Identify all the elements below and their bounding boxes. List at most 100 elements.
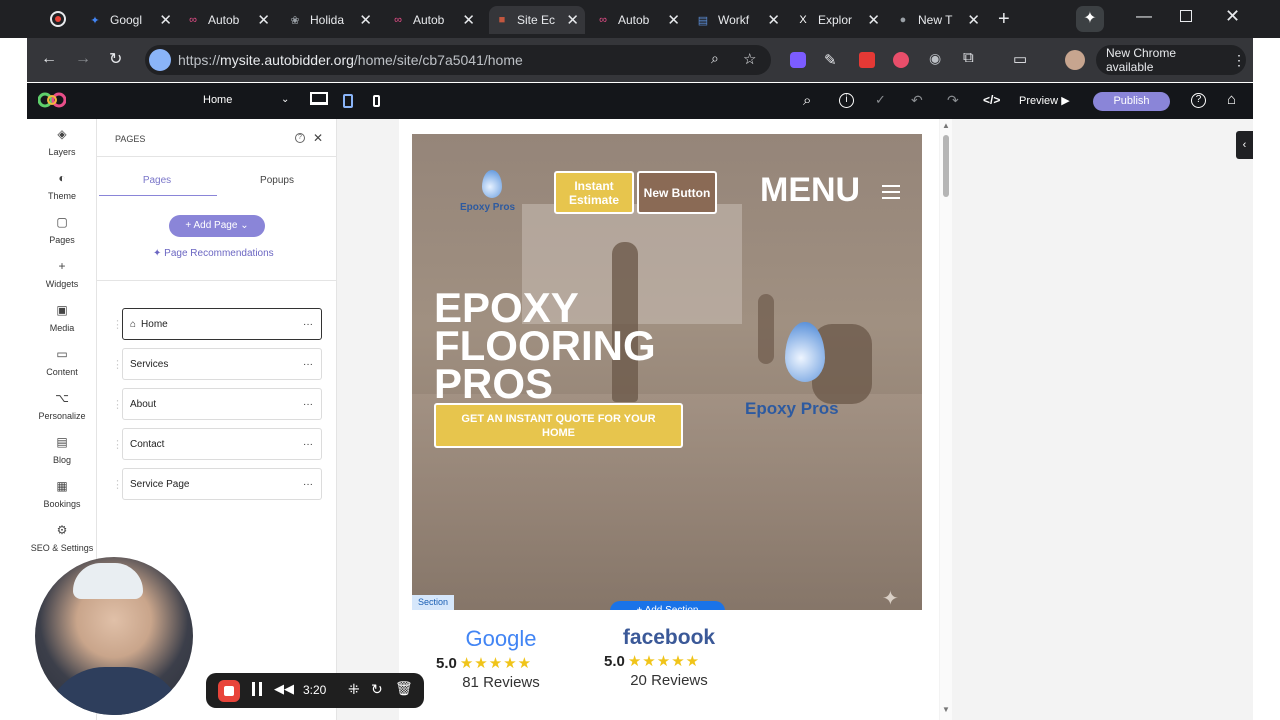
hamburger-icon[interactable] <box>882 185 900 199</box>
sidebar-item-bookings[interactable]: ▦ Bookings <box>27 479 97 509</box>
sidebar-item-pages[interactable]: ▢ Pages <box>27 215 97 245</box>
page-recommendations-link[interactable]: ✦ Page Recommendations <box>153 248 274 259</box>
quote-cta-button[interactable]: GET AN INSTANT QUOTE FOR YOUR HOME <box>434 403 683 448</box>
browser-tab[interactable]: ∞ Autob ✕ <box>590 6 686 34</box>
publish-button[interactable]: Publish <box>1093 92 1170 111</box>
undo-icon[interactable]: ↶ <box>911 92 923 109</box>
extension-icon-3[interactable] <box>859 52 875 68</box>
canvas-scrollbar[interactable]: ▲ ▼ <box>940 119 952 720</box>
facebook-review-badge[interactable]: facebook 5.0 ★★★★★ 20 Reviews <box>604 626 734 689</box>
new-chrome-available-button[interactable]: New Chrome available ⋮ <box>1096 45 1246 75</box>
reload-icon[interactable]: ↻ <box>109 49 122 69</box>
autobidder-logo-icon[interactable] <box>37 92 67 108</box>
help-icon[interactable]: ? <box>1191 93 1206 108</box>
close-panel-icon[interactable]: ✕ <box>313 131 323 145</box>
google-review-badge[interactable]: Google 5.0 ★★★★★ 81 Reviews <box>436 626 566 691</box>
sidebar-item-theme[interactable]: ◐ Theme <box>27 171 97 201</box>
tab-pages[interactable]: Pages <box>97 175 217 186</box>
hero-section[interactable]: Epoxy Pros Instant Estimate New Button M… <box>412 134 922 610</box>
close-tab-icon[interactable]: ✕ <box>159 11 172 29</box>
drag-handle-icon[interactable]: ⋮ <box>112 438 123 451</box>
collapse-right-panel-button[interactable]: ‹ <box>1236 131 1253 159</box>
close-tab-icon[interactable]: ✕ <box>359 11 372 29</box>
close-tab-icon[interactable]: ✕ <box>667 11 680 29</box>
more-vert-icon[interactable]: ⋮ <box>1232 52 1246 69</box>
tab-search-icon[interactable] <box>50 11 66 27</box>
page-row[interactable]: ⋮ Services ··· <box>112 348 322 380</box>
redo-icon[interactable]: ↷ <box>947 92 959 109</box>
browser-tab[interactable]: ■ Site Ec ✕ <box>489 6 585 34</box>
page-select[interactable]: Home ⌄ <box>203 94 293 106</box>
gemini-button[interactable]: ✦ <box>1076 6 1104 32</box>
browser-tab[interactable]: ✦ Googl ✕ <box>82 6 178 34</box>
sidebar-item-blog[interactable]: ▤ Blog <box>27 435 97 465</box>
browser-tab[interactable]: ∞ Autob ✕ <box>385 6 481 34</box>
extension-icon-1[interactable] <box>790 52 806 68</box>
sidebar-item-content[interactable]: ▭ Content <box>27 347 97 377</box>
extensions-puzzle-icon[interactable]: ⧉ <box>963 49 974 66</box>
sidebar-item-media[interactable]: ▣ Media <box>27 303 97 333</box>
camera-icon[interactable]: ◉ <box>929 50 941 67</box>
extension-icon-2[interactable]: ✎ <box>824 51 837 69</box>
more-options-icon[interactable]: ··· <box>303 359 313 370</box>
section-tag[interactable]: Section <box>412 595 454 610</box>
minimize-button[interactable]: — <box>1136 8 1152 26</box>
preview-button[interactable]: Preview ▶ <box>1019 94 1070 107</box>
more-options-icon[interactable]: ··· <box>303 319 313 330</box>
trash-icon[interactable]: 🗑 <box>395 680 413 697</box>
restart-icon[interactable]: ↻ <box>371 681 383 698</box>
close-tab-icon[interactable]: ✕ <box>867 11 880 29</box>
tablet-view-icon[interactable] <box>343 94 353 108</box>
menu-label[interactable]: MENU <box>760 171 860 210</box>
sidebar-item-widgets[interactable]: + Widgets <box>27 259 97 289</box>
scrollbar-thumb[interactable] <box>943 135 949 197</box>
desktop-view-icon[interactable] <box>310 92 328 105</box>
site-logo[interactable]: Epoxy Pros <box>452 164 532 219</box>
grid-icon[interactable]: ⁜ <box>348 681 360 698</box>
browser-tab[interactable]: ❀ Holida ✕ <box>282 6 378 34</box>
zoom-icon[interactable]: ⌕ <box>711 50 719 67</box>
back-icon[interactable]: ← <box>41 50 57 68</box>
drag-handle-icon[interactable]: ⋮ <box>112 358 123 371</box>
check-icon[interactable]: ✓ <box>875 92 886 108</box>
page-row[interactable]: ⋮ About ··· <box>112 388 322 420</box>
search-icon[interactable]: ⌕ <box>803 92 811 109</box>
home-icon[interactable]: ⌂ <box>1227 91 1236 108</box>
info-icon[interactable]: i <box>839 93 854 108</box>
mobile-view-icon[interactable] <box>373 95 380 107</box>
scrollbar-down-arrow[interactable]: ▼ <box>942 705 950 714</box>
close-tab-icon[interactable]: ✕ <box>462 11 475 29</box>
help-circle-icon[interactable]: ? <box>295 133 305 143</box>
scrollbar-up-arrow[interactable]: ▲ <box>942 121 950 130</box>
instant-estimate-button[interactable]: Instant Estimate <box>554 171 634 214</box>
close-tab-icon[interactable]: ✕ <box>257 11 270 29</box>
rewind-icon[interactable]: ◀◀ <box>274 681 294 697</box>
browser-tab[interactable]: ● New T ✕ <box>890 6 986 34</box>
close-tab-icon[interactable]: ✕ <box>566 11 579 29</box>
bookmark-star-icon[interactable]: ☆ <box>743 50 756 68</box>
more-options-icon[interactable]: ··· <box>303 479 313 490</box>
profile-avatar[interactable] <box>1065 50 1085 70</box>
drag-handle-icon[interactable]: ⋮ <box>112 318 123 331</box>
close-tab-icon[interactable]: ✕ <box>967 11 980 29</box>
extension-icon-4[interactable] <box>893 52 909 68</box>
drag-handle-icon[interactable]: ⋮ <box>112 398 123 411</box>
close-window-button[interactable]: ✕ <box>1225 6 1240 27</box>
browser-tab[interactable]: ∞ Autob ✕ <box>180 6 276 34</box>
more-options-icon[interactable]: ··· <box>303 399 313 410</box>
page-row[interactable]: ⋮ Contact ··· <box>112 428 322 460</box>
new-tab-button[interactable]: + <box>998 8 1010 31</box>
more-options-icon[interactable]: ··· <box>303 439 313 450</box>
page-row[interactable]: ⋮ Service Page ··· <box>112 468 322 500</box>
new-button[interactable]: New Button <box>637 171 717 214</box>
drag-handle-icon[interactable]: ⋮ <box>112 478 123 491</box>
add-page-button[interactable]: + Add Page ⌄ <box>169 215 265 237</box>
forward-icon[interactable]: → <box>75 50 91 68</box>
stop-record-button[interactable] <box>218 680 240 702</box>
sidebar-item-layers[interactable]: ◈ Layers <box>27 127 97 157</box>
tab-popups[interactable]: Popups <box>217 175 337 186</box>
url-text[interactable]: https://mysite.autobidder.org/home/site/… <box>178 52 523 68</box>
restore-button[interactable] <box>1180 10 1192 22</box>
browser-tab[interactable]: X Explor ✕ <box>790 6 886 34</box>
address-bar[interactable]: https://mysite.autobidder.org/home/site/… <box>145 45 771 75</box>
